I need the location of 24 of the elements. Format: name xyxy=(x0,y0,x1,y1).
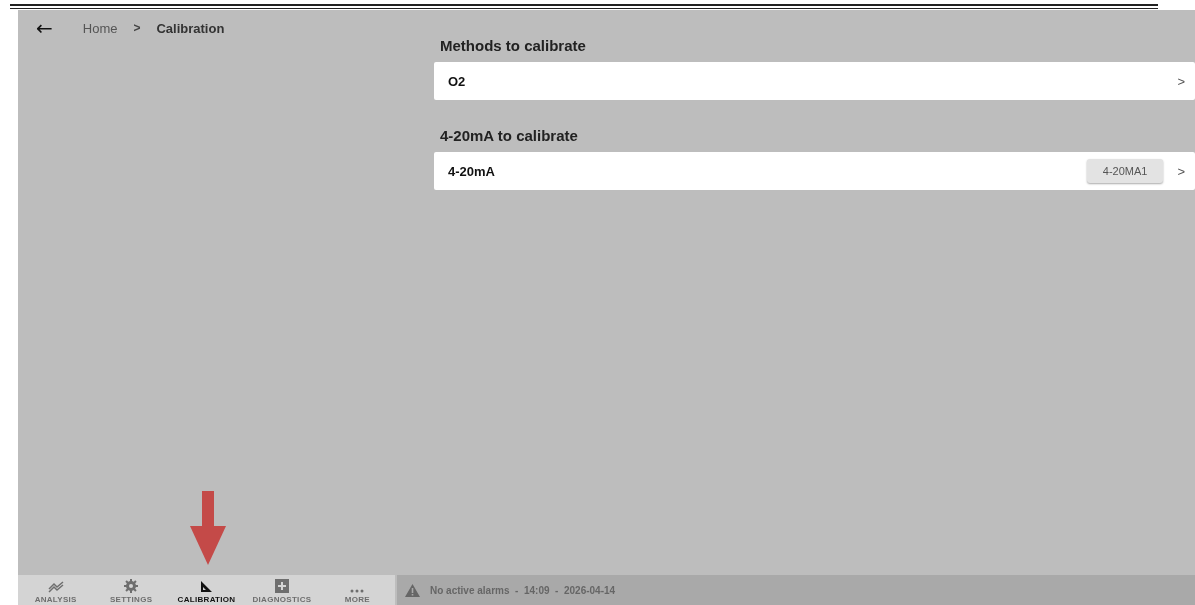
section-title: Methods to calibrate xyxy=(439,36,587,56)
nav-tab[interactable]: MORE xyxy=(319,575,396,605)
more-icon xyxy=(350,589,365,593)
nav-tab[interactable]: ANALYSIS xyxy=(18,575,94,605)
nav-tab[interactable]: SETTINGS xyxy=(93,575,169,605)
breadcrumb-item[interactable]: Home xyxy=(82,20,118,36)
warning-icon xyxy=(405,583,420,597)
nav-tab[interactable]: CALIBRATION xyxy=(168,575,245,605)
row-tag: 4-20MA1 xyxy=(1086,159,1164,183)
settings-icon xyxy=(124,579,139,593)
row-label: 4-20mA xyxy=(448,163,496,179)
breadcrumb-item: Calibration xyxy=(156,20,225,36)
list-row[interactable]: 4-20mA 4-20MA1 > xyxy=(434,152,1195,190)
list-row[interactable]: O2 > xyxy=(434,62,1195,100)
back-button[interactable]: ← xyxy=(36,16,53,40)
plus-box-icon xyxy=(274,579,289,593)
chevron-icon: > xyxy=(1177,73,1185,89)
chart-icon xyxy=(47,581,64,593)
status-text: No active alarms - 14:09 - 2026-04-14 xyxy=(430,584,616,596)
chevron-icon: > xyxy=(1177,163,1185,179)
nav-tab[interactable]: DIAGNOSTICS xyxy=(244,575,320,605)
section-title: 4-20mA to calibrate xyxy=(439,126,579,146)
row-label: O2 xyxy=(448,73,467,89)
breadcrumb-separator: > xyxy=(133,21,141,35)
